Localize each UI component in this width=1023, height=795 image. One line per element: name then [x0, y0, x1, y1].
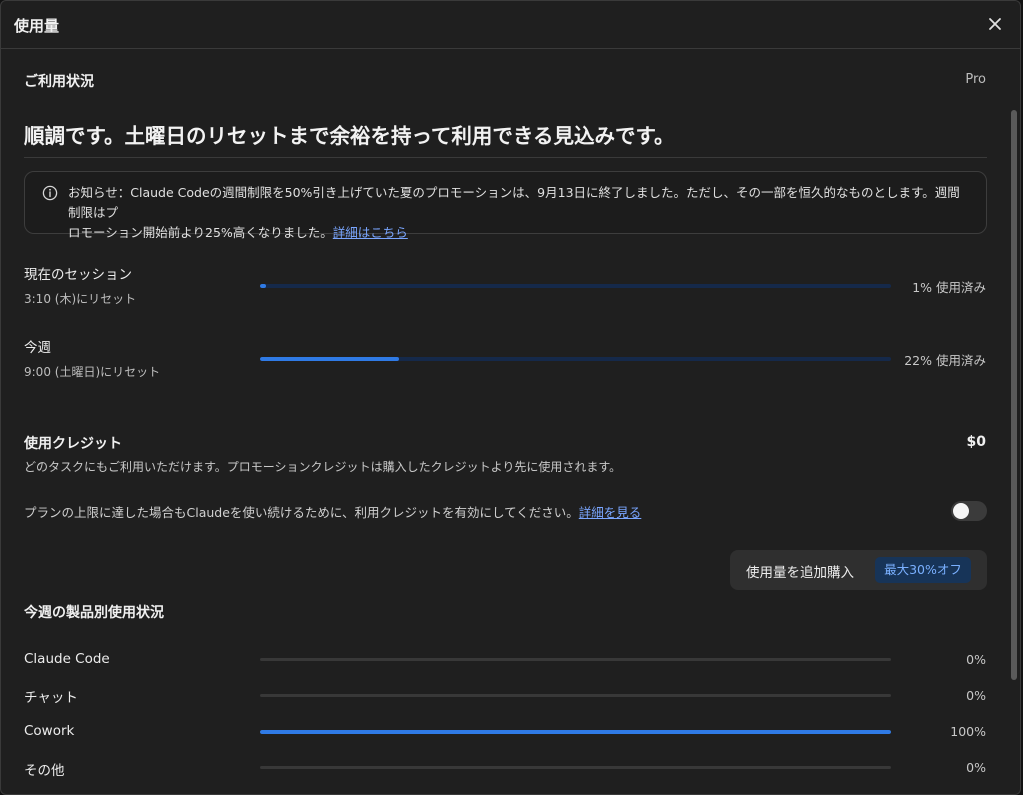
- credits-toggle-label: プランの上限に達した場合もClaudeを使い続けるために、利用クレジットを有効に…: [24, 505, 579, 520]
- session-percent: 1% 使用済み: [912, 280, 986, 295]
- product-bar-claude-code: [260, 658, 891, 661]
- credits-amount: $0: [966, 434, 986, 450]
- product-percent-cowork: 100%: [950, 724, 986, 739]
- week-label: 今週: [24, 340, 51, 356]
- product-label-claude-code: Claude Code: [24, 651, 110, 667]
- product-percent-claude-code: 0%: [966, 652, 986, 667]
- session-progress-fill: [260, 284, 267, 288]
- session-label: 現在のセッション: [24, 267, 132, 283]
- notice-text: お知らせ：Claude Codeの週間制限を50%引き上げていた夏のプロモーショ…: [68, 183, 970, 243]
- credits-details-link[interactable]: 詳細を見る: [579, 505, 642, 520]
- divider: [24, 157, 987, 158]
- notice-details-link[interactable]: 詳細はこちら: [333, 225, 408, 240]
- close-icon: [989, 18, 1001, 30]
- products-title: 今週の製品別使用状況: [24, 605, 164, 621]
- notice-text-line2: ロモーション開始前より25%高くなりました。: [68, 225, 333, 240]
- session-reset: 3:10 (木)にリセット: [24, 292, 137, 306]
- usage-status-title: ご利用状況: [24, 74, 94, 90]
- credits-toggle[interactable]: [951, 501, 987, 521]
- credits-title: 使用クレジット: [24, 436, 122, 452]
- product-bar-cowork: [260, 730, 891, 734]
- plan-label: Pro: [965, 72, 986, 87]
- status-headline: 順調です。土曜日のリセットまで余裕を持って利用できる見込みです。: [24, 124, 675, 148]
- product-bar-chat: [260, 694, 891, 697]
- product-label-other: その他: [24, 763, 65, 779]
- credits-description: どのタスクにもご利用いただけます。プロモーションクレジットは購入したクレジットよ…: [24, 460, 622, 474]
- dialog-title: 使用量: [14, 17, 60, 35]
- discount-badge: 最大30%オフ: [875, 557, 971, 583]
- credits-toggle-text: プランの上限に達した場合もClaudeを使い続けるために、利用クレジットを有効に…: [24, 502, 641, 521]
- toggle-knob: [953, 503, 969, 519]
- close-button[interactable]: [984, 13, 1006, 35]
- usage-dialog: 使用量 ご利用状況 Pro 順調です。土曜日のリセットまで余裕を持って利用できる…: [0, 0, 1021, 795]
- product-fill-cowork: [260, 730, 891, 734]
- week-progress-fill: [260, 357, 399, 361]
- week-percent: 22% 使用済み: [904, 353, 986, 368]
- dialog-content: ご利用状況 Pro 順調です。土曜日のリセットまで余裕を持って利用できる見込みで…: [1, 50, 1020, 794]
- product-label-chat: チャット: [24, 690, 78, 706]
- product-percent-chat: 0%: [966, 688, 986, 703]
- week-progress-bar: [260, 357, 891, 361]
- product-percent-other: 0%: [966, 760, 986, 775]
- info-icon: [42, 185, 58, 201]
- dialog-header: 使用量: [1, 1, 1020, 49]
- week-reset: 9:00 (土曜日)にリセット: [24, 365, 161, 379]
- session-progress-bar: [260, 284, 891, 288]
- buy-more-usage-button[interactable]: 使用量を追加購入 最大30%オフ: [730, 550, 987, 590]
- scrollbar[interactable]: [1011, 110, 1017, 680]
- product-label-cowork: Cowork: [24, 723, 75, 739]
- notice-text-line1: お知らせ：Claude Codeの週間制限を50%引き上げていた夏のプロモーショ…: [68, 185, 960, 220]
- notice-banner: お知らせ：Claude Codeの週間制限を50%引き上げていた夏のプロモーショ…: [24, 171, 987, 240]
- product-bar-other: [260, 766, 891, 769]
- buy-more-usage-label: 使用量を追加購入: [746, 565, 854, 581]
